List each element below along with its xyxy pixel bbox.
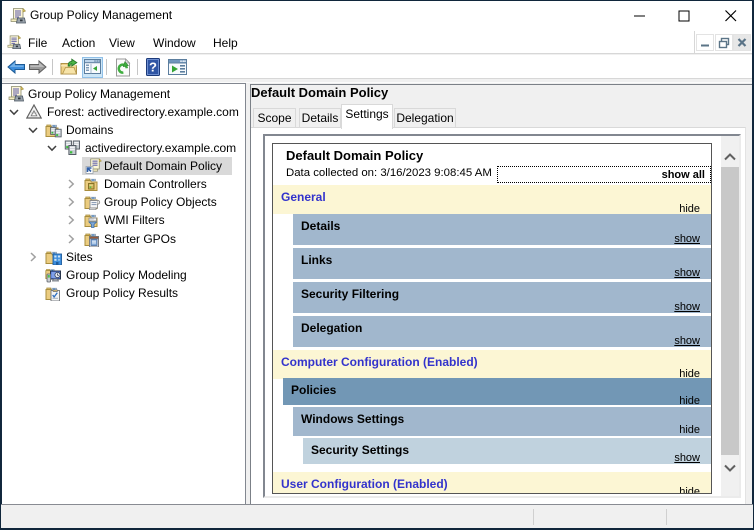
svg-text:?: ? [149,60,157,75]
